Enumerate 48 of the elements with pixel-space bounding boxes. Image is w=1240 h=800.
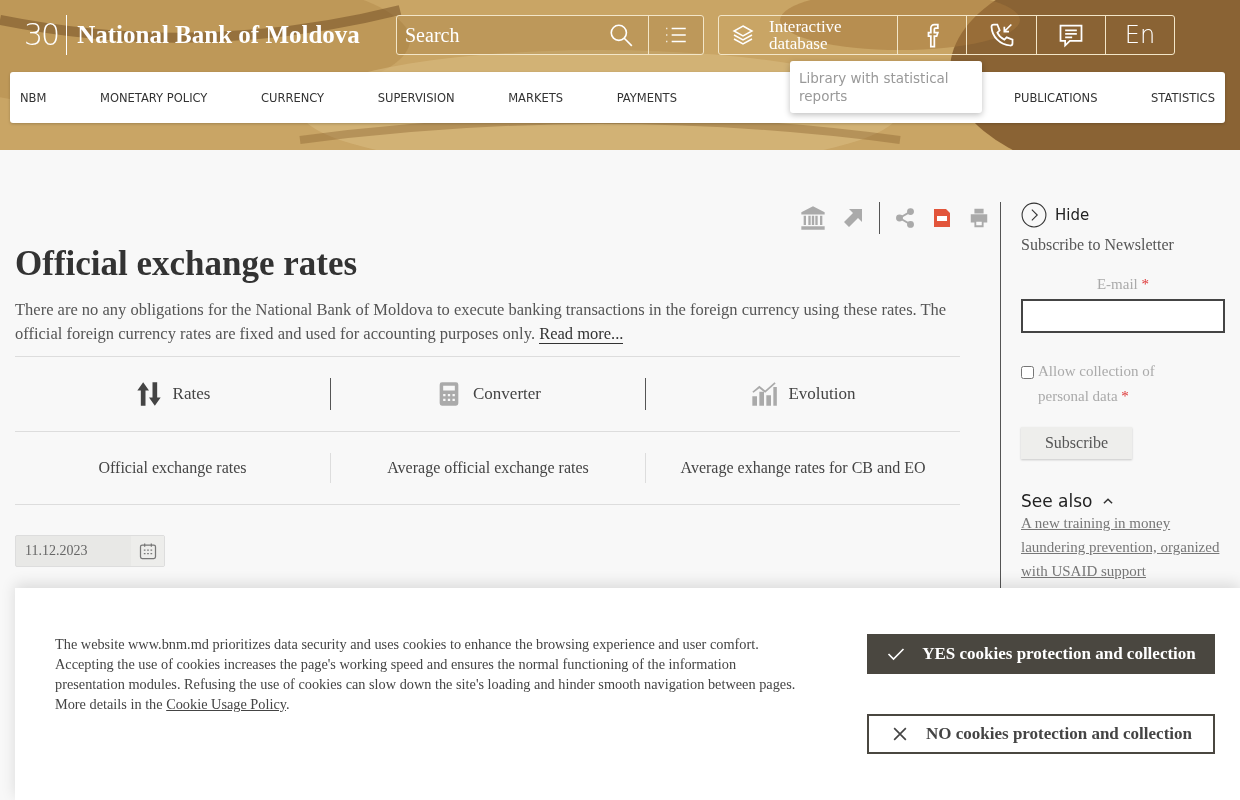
- site-title[interactable]: National Bank of Moldova: [77, 21, 360, 49]
- read-more-link[interactable]: Read more...: [539, 324, 624, 344]
- calendar-icon: [137, 541, 158, 561]
- required-mark: *: [1141, 276, 1150, 292]
- printer-icon[interactable]: [968, 207, 990, 229]
- cookie-text: The website www.bnm.md prioritizes data security and uses cookies to enhance the browsing experience and user comfort. Accepting the use of cookies increases the page's working speed and ensures the normal functioning of the information presentation modules. Refusing the use of cookies can slow down the site's loading and hinder smooth navigation between pages. More details in the Cookie Usage Policy.: [55, 635, 797, 714]
- view-tab[interactable]: Rates: [15, 378, 330, 410]
- arrows-up-down-icon: [134, 380, 163, 408]
- email-field[interactable]: [1021, 299, 1225, 333]
- accept-button[interactable]: YES cookies protection and collection: [867, 634, 1215, 674]
- date-picker[interactable]: 11.12.2023: [15, 535, 165, 567]
- search-field[interactable]: Search: [397, 16, 608, 54]
- view-tab[interactable]: Converter: [330, 378, 645, 410]
- consent-checkbox[interactable]: [1021, 366, 1034, 379]
- nav-item[interactable]: CURRENCY: [260, 90, 325, 105]
- language-button[interactable]: En: [1105, 16, 1174, 54]
- bar-chart-icon: [750, 380, 779, 408]
- search-icon: [608, 22, 634, 48]
- tooltip: Library with statistical reports: [790, 61, 982, 113]
- rates-link[interactable]: Official exchange rates: [15, 453, 330, 483]
- nav-item[interactable]: MARKETS: [508, 90, 564, 105]
- nav-item[interactable]: PUBLICATIONS: [1014, 90, 1098, 105]
- news-link[interactable]: A new training in money laundering prevention, organized with USAID support: [1021, 511, 1225, 583]
- rates-link[interactable]: Average official exchange rates: [330, 453, 645, 483]
- consent-label: Allow collection of personal data *: [1038, 362, 1156, 406]
- view-tab[interactable]: Evolution: [645, 378, 960, 410]
- rates-link[interactable]: Average exhange rates for CB and EO: [645, 453, 960, 483]
- cookie-policy-link[interactable]: Cookie Usage Policy: [166, 696, 286, 712]
- see-also-toggle[interactable]: See also: [1021, 491, 1115, 511]
- hide-button[interactable]: Hide: [1021, 202, 1090, 228]
- intro-text: There are no any obligations for the National Bank of Moldova to execute banking transactions in the foreign currency using these rates. The official foreign currency rates are fixed and used for accounting purposes only. Read more...: [15, 298, 960, 357]
- nav-item[interactable]: PAYMENTS: [616, 90, 677, 105]
- share-icon[interactable]: [894, 207, 916, 229]
- subscribe-button[interactable]: Subscribe: [1021, 427, 1132, 459]
- nav-item[interactable]: NBM: [20, 90, 47, 105]
- calendar-button[interactable]: [131, 536, 164, 566]
- nav-item[interactable]: STATISTICS: [1151, 90, 1215, 105]
- search-bar[interactable]: Search: [396, 15, 704, 55]
- email-label: E-mail: [1096, 276, 1138, 292]
- date-field[interactable]: 11.12.2023: [16, 536, 131, 566]
- newsletter-title: Subscribe to Newsletter: [1021, 236, 1175, 254]
- nav-item[interactable]: SUPERVISION: [377, 90, 455, 105]
- bank-icon[interactable]: [799, 204, 827, 232]
- page-title: Official exchange rates: [15, 244, 359, 284]
- chevron-circle-icon: [1021, 202, 1047, 228]
- database-label: Interactive database: [769, 18, 843, 52]
- reject-button[interactable]: NO cookies protection and collection: [867, 714, 1215, 754]
- nav-item[interactable]: MONETARY POLICY: [100, 90, 208, 105]
